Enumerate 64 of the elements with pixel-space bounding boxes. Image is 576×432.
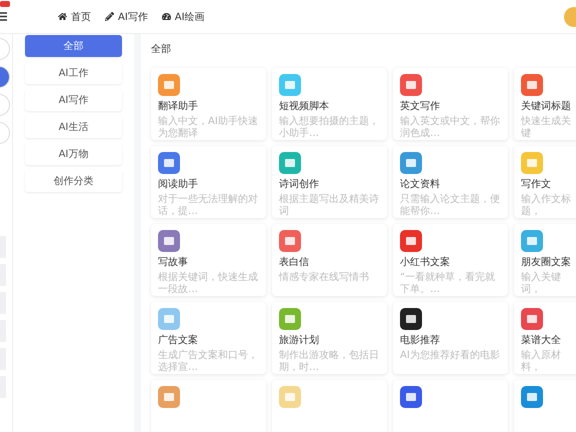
app-card[interactable]: 短视频脚本 输入想要拍摄的主题，小助手… [272,68,387,140]
app-title: 朋友圈文案 [521,256,572,269]
app-title: 电影推荐 [400,334,441,347]
app-card[interactable]: 诗词创作 根据主题写出及精美诗词 [272,146,387,218]
category-tab[interactable]: AI万物 [25,143,122,165]
app-card[interactable]: 写故事 根据关键词，快速生成一段故… [151,224,266,296]
app-description: 快速生成关键 [521,116,572,140]
app-card[interactable]: 写作文 输入作文标题， [514,146,576,218]
app-title: 写故事 [158,256,189,269]
app-description: 输入原材料， [521,350,562,374]
app-card[interactable]: 朋友圈文案 输入关键词， [514,224,576,296]
app-card[interactable]: 广告文案 生成广告文案和口号，选择宣… [151,302,266,374]
app-description: 根据关键词，快速生成一段故… [158,272,259,296]
app-description: 输入想要拍摄的主题，小助手… [279,116,380,140]
app-description: 生成广告文案和口号，选择宣… [158,350,259,374]
app-title: 写作文 [521,178,552,191]
app-card[interactable]: 英文写作 输入英文或中文，帮你润色成… [393,68,508,140]
notification-badge [0,1,10,7]
app-description: 输入作文标题， [521,194,572,218]
app-description: 输入英文或中文，帮你润色成… [400,116,501,140]
app-title: 表白信 [279,256,310,269]
app-card[interactable]: 菜谱大全 输入原材料， [514,302,576,374]
app-description: 输入关键词， [521,272,562,296]
app-card[interactable]: 阅读助手 对于一些无法理解的对话，提… [151,146,266,218]
nav-link[interactable]: AI绘画 [162,10,205,24]
app-card[interactable]: 旅游计划 制作出游攻略，包括日期，时… [272,302,387,374]
app-title: 广告文案 [158,334,199,347]
app-title: 菜谱大全 [521,334,562,347]
app-card[interactable]: 翻译助手 输入中文，AI助手快速为您翻译 [151,68,266,140]
home-icon [58,12,67,21]
app-description: 情感专家在线写情书 [279,272,370,284]
app-title: 论文资料 [400,178,441,191]
app-title: 诗词创作 [279,178,320,191]
app-title: 旅游计划 [279,334,320,347]
app-description: 输入中文，AI助手快速为您翻译 [158,116,259,140]
nav-link[interactable]: 首页 [58,10,91,24]
app-description: 根据主题写出及精美诗词 [279,194,380,218]
app-description: 对于一些无法理解的对话，提… [158,194,259,218]
app-description: 制作出游攻略，包括日期，时… [279,350,380,374]
app-card[interactable]: 表白信 情感专家在线写情书 [272,224,387,296]
pencil-icon [105,12,114,21]
category-tab[interactable]: AI生活 [25,116,122,138]
app-card[interactable]: 论文资料 只需输入论文主题，便能帮你… [393,146,508,218]
category-tab[interactable]: 创作分类 [25,170,122,192]
app-description: AI为您推荐好看的电影 [400,350,501,362]
app-title: 关键词标题 [521,100,572,113]
section-title: 全部 [151,42,172,56]
app-title: 翻译助手 [158,100,199,113]
app-card[interactable]: 关键词标题 快速生成关键 [514,68,576,140]
app-card[interactable] [393,380,508,432]
app-title: 阅读助手 [158,178,199,191]
app-card[interactable]: 小红书文案 “一看就种草，看完就下单。… [393,224,508,296]
category-tab[interactable]: AI工作 [25,62,122,84]
menu-icon[interactable] [0,12,8,21]
gauge-icon [162,12,171,21]
app-title: 短视频脚本 [279,100,330,113]
app-card[interactable]: 电影推荐 AI为您推荐好看的电影 [393,302,508,374]
category-tab[interactable]: 全部 [25,35,122,57]
app-title: 小红书文案 [400,256,451,269]
app-description: 只需输入论文主题，便能帮你… [400,194,501,218]
category-tab[interactable]: AI写作 [25,89,122,111]
app-description: “一看就种草，看完就下单。… [400,272,496,296]
app-title: 英文写作 [400,100,441,113]
nav-link[interactable]: AI写作 [105,10,148,24]
